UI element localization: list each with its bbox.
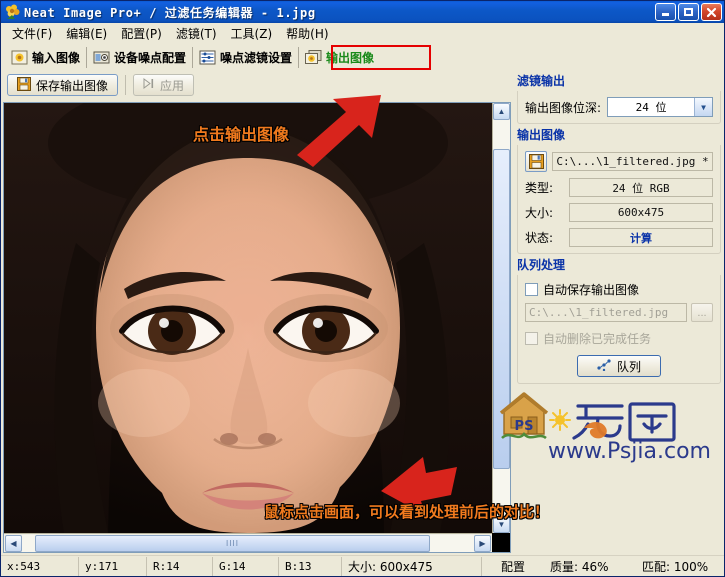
status-size: 大小: 600x475 (342, 557, 482, 576)
image-icon (11, 50, 28, 65)
output-size-label: 大小: (525, 204, 569, 221)
menu-help[interactable]: 帮助(H) (279, 23, 335, 44)
bitdepth-value: 24 位 (608, 99, 694, 115)
bitdepth-label: 输出图像位深: (525, 99, 601, 116)
status-quality: 质量: 46% (544, 557, 636, 576)
menu-file[interactable]: 文件(F) (5, 23, 59, 44)
tab-output-image[interactable]: 输出图像 (299, 47, 380, 68)
menu-profile[interactable]: 配置(P) (114, 23, 169, 44)
floppy-disk-icon (17, 77, 31, 94)
status-match: 匹配: 100% (636, 557, 725, 576)
scroll-right-button[interactable]: ▶ (474, 535, 491, 552)
output-path-field: C:\...\1_filtered.jpg * (552, 152, 713, 171)
image-canvas-panel[interactable]: ▲ ▼ ◀ IIII ▶ (3, 102, 511, 553)
apply-label: 应用 (160, 77, 184, 94)
status-b: B:13 (279, 557, 342, 576)
menu-edit[interactable]: 编辑(E) (59, 23, 114, 44)
queue-button[interactable]: 队列 (577, 355, 661, 377)
group-title-output-image: 输出图像 (517, 126, 721, 143)
tab-strip: 输入图像 设备噪点配置 (1, 45, 725, 70)
menu-tools[interactable]: 工具(Z) (224, 23, 280, 44)
apply-button[interactable]: 应用 (133, 74, 194, 96)
play-icon (143, 78, 155, 92)
browse-button[interactable]: ... (691, 303, 713, 322)
status-r: R:14 (147, 557, 213, 576)
tab-label: 输入图像 (32, 49, 80, 66)
canvas-vertical-scrollbar[interactable]: ▲ ▼ (492, 103, 510, 533)
canvas-horizontal-scrollbar[interactable]: ◀ IIII ▶ (4, 533, 492, 552)
menu-filter[interactable]: 滤镜(T) (169, 23, 224, 44)
queue-button-label: 队列 (617, 358, 641, 375)
maximize-button[interactable] (678, 3, 699, 21)
autodelete-checkbox[interactable] (525, 332, 538, 345)
tab-input-image[interactable]: 输入图像 (5, 47, 87, 68)
group-queue-processing: 队列处理 自动保存输出图像 C:\...\1_filtered.jpg ... … (517, 256, 721, 384)
save-output-file-button[interactable] (525, 151, 547, 172)
toolbar-separator (125, 75, 126, 95)
output-size-value: 600x475 (569, 203, 713, 222)
status-x: x:543 (1, 557, 79, 576)
vertical-scroll-thumb[interactable] (493, 149, 510, 469)
output-type-value: 24 位 RGB (569, 178, 713, 197)
horizontal-scroll-thumb[interactable]: IIII (35, 535, 430, 552)
output-type-label: 类型: (525, 179, 569, 196)
title-bar: Neat Image Pro+ / 过滤任务编辑器 - 1.jpg (1, 1, 725, 23)
camera-icon (93, 50, 110, 65)
menu-bar: 文件(F) 编辑(E) 配置(P) 滤镜(T) 工具(Z) 帮助(H) (1, 23, 725, 43)
window-title: Neat Image Pro+ / 过滤任务编辑器 - 1.jpg (24, 4, 655, 21)
autosave-label: 自动保存输出图像 (543, 281, 639, 298)
group-title-queue: 队列处理 (517, 256, 721, 273)
output-status-label: 状态: (525, 229, 569, 246)
scroll-up-button[interactable]: ▲ (493, 103, 510, 120)
status-g: G:14 (213, 557, 279, 576)
window-controls (655, 3, 722, 21)
right-panel: 滤镜输出 输出图像位深: 24 位 ▼ 输出图像 (514, 70, 724, 555)
autodelete-label: 自动删除已完成任务 (543, 330, 651, 347)
save-output-image-button[interactable]: 保存输出图像 (7, 74, 118, 96)
status-profile: 配置 (482, 557, 544, 576)
output-status-value: 计算 (569, 228, 713, 247)
scroll-down-button[interactable]: ▼ (493, 516, 510, 533)
queue-nodes-icon (597, 359, 613, 374)
close-button[interactable] (701, 3, 722, 21)
tab-label: 输出图像 (326, 49, 374, 66)
portrait-photo (4, 103, 492, 533)
floppy-disk-icon (529, 154, 544, 169)
autosave-path-input[interactable]: C:\...\1_filtered.jpg (525, 303, 687, 322)
app-icon (5, 4, 21, 20)
sliders-icon (199, 50, 216, 65)
tab-noise-filter-settings[interactable]: 噪点滤镜设置 (193, 47, 299, 68)
tab-label: 噪点滤镜设置 (220, 49, 292, 66)
minimize-button[interactable] (655, 3, 676, 21)
group-body-output-image: C:\...\1_filtered.jpg * 类型: 24 位 RGB 大小:… (517, 145, 721, 254)
photo-preview[interactable] (4, 103, 492, 533)
images-icon (305, 50, 322, 65)
application-window: Neat Image Pro+ / 过滤任务编辑器 - 1.jpg 文件(F) … (0, 0, 725, 577)
group-output-image: 输出图像 C:\...\1_filtered.jpg * 类型: (517, 126, 721, 254)
group-title-filter-output: 滤镜输出 (517, 72, 721, 89)
status-y: y:171 (79, 557, 147, 576)
bitdepth-select[interactable]: 24 位 ▼ (607, 97, 713, 117)
group-filter-output: 滤镜输出 输出图像位深: 24 位 ▼ (517, 72, 721, 124)
group-body-queue: 自动保存输出图像 C:\...\1_filtered.jpg ... 自动删除已… (517, 275, 721, 384)
autosave-checkbox[interactable] (525, 283, 538, 296)
chevron-down-icon[interactable]: ▼ (694, 98, 712, 116)
tab-label: 设备噪点配置 (114, 49, 186, 66)
scroll-left-button[interactable]: ◀ (5, 535, 22, 552)
tab-device-noise-profile[interactable]: 设备噪点配置 (87, 47, 193, 68)
save-output-image-label: 保存输出图像 (36, 77, 108, 94)
group-body-filter-output: 输出图像位深: 24 位 ▼ (517, 91, 721, 124)
status-bar: x:543 y:171 R:14 G:14 B:13 大小: 600x475 配… (1, 555, 725, 576)
